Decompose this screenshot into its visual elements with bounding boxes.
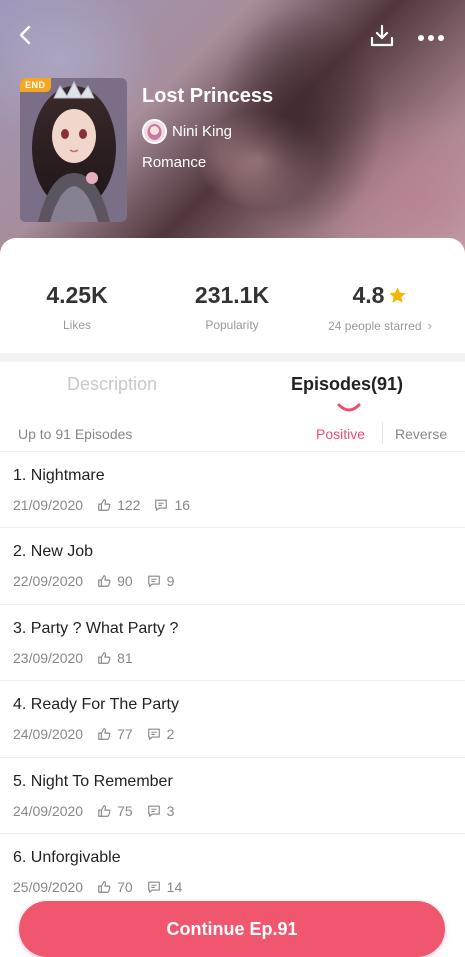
tab-description[interactable]: Description — [67, 374, 157, 395]
tab-episodes[interactable]: Episodes(91) — [291, 374, 403, 395]
episode-list: 1. Nightmare 21/09/2020 122 16 2. New Jo… — [0, 452, 465, 894]
episode-date: 25/09/2020 — [13, 878, 84, 894]
episode-meta: 21/09/2020 122 16 — [13, 497, 204, 513]
section-divider — [0, 353, 465, 362]
download-button[interactable] — [364, 20, 400, 56]
sort-positive-button[interactable]: Positive — [316, 426, 365, 442]
continue-reading-button[interactable]: Continue Ep.91 — [19, 901, 445, 957]
comment-icon — [154, 498, 168, 512]
stat-likes: 4.25K Likes — [30, 282, 124, 332]
episode-title: 3. Party ? What Party ? — [13, 619, 179, 637]
likes-label: Likes — [62, 318, 91, 332]
list-item[interactable]: 1. Nightmare 21/09/2020 122 16 — [0, 452, 465, 529]
rating-row: 4.8 — [320, 282, 440, 309]
episode-likes: 77 — [117, 726, 133, 743]
episode-title: 2. New Job — [13, 543, 94, 561]
episode-comments: 9 — [166, 573, 175, 590]
thumbs-up-icon — [97, 880, 111, 894]
author-row[interactable]: Nini King — [142, 119, 232, 144]
cover-image: END — [20, 78, 127, 222]
cover-illustration — [20, 78, 127, 222]
comment-icon — [147, 880, 161, 894]
episode-date: 21/09/2020 — [13, 497, 84, 513]
episode-count-text: Up to 91 Episodes — [18, 426, 133, 442]
episode-date: 23/09/2020 — [13, 649, 84, 666]
episode-list-header: Up to 91 Episodes Positive Reverse — [0, 416, 465, 452]
comment-icon — [147, 804, 161, 818]
back-button[interactable] — [8, 19, 44, 55]
episode-title: 1. Nightmare — [13, 467, 105, 484]
episode-meta: 24/09/2020 77 2 — [13, 726, 188, 742]
stat-popularity: 231.1K Popularity — [176, 282, 288, 332]
thumbs-up-icon — [97, 804, 111, 818]
episode-date: 24/09/2020 — [13, 802, 84, 819]
episode-date: 24/09/2020 — [13, 726, 84, 743]
avatar — [142, 119, 167, 144]
likes-value: 4.25K — [46, 282, 108, 308]
episode-likes: 90 — [117, 573, 133, 590]
top-bar — [0, 0, 465, 76]
episode-likes: 122 — [117, 497, 141, 513]
chevron-right-icon: › — [427, 318, 432, 333]
list-item[interactable]: 2. New Job 22/09/2020 90 9 — [0, 528, 465, 605]
episode-comments: 16 — [174, 497, 191, 513]
episode-meta: 24/09/2020 75 3 — [13, 803, 188, 819]
thumbs-up-icon — [97, 727, 111, 741]
episode-title: 5. Night To Remember — [13, 772, 173, 790]
comment-icon — [147, 574, 161, 588]
episode-meta: 22/09/2020 90 9 — [13, 573, 188, 589]
list-item[interactable]: 6. Unforgivable 25/09/2020 70 14 — [0, 834, 465, 894]
more-button[interactable] — [413, 21, 449, 57]
episode-comments: 3 — [166, 802, 175, 819]
genre-label[interactable]: Romance — [142, 154, 206, 171]
comic-title: Lost Princess — [142, 85, 274, 107]
list-item[interactable]: 4. Ready For The Party 24/09/2020 77 2 — [0, 681, 465, 758]
episode-title: 6. Unforgivable — [13, 848, 121, 866]
thumbs-up-icon — [97, 498, 111, 512]
rating-label-row: 24 people starred › — [320, 318, 440, 333]
episode-likes: 81 — [117, 649, 133, 666]
star-icon — [388, 286, 407, 305]
comment-icon — [147, 727, 161, 741]
list-item[interactable]: 5. Night To Remember 24/09/2020 75 3 — [0, 758, 465, 834]
chevron-left-icon — [15, 24, 37, 51]
author-name: Nini King — [172, 123, 233, 140]
thumbs-up-icon — [97, 651, 111, 665]
stat-rating[interactable]: 4.8 24 people starred › — [320, 282, 440, 333]
episode-comments: 2 — [166, 726, 175, 743]
sort-separator — [382, 422, 383, 444]
rating-label: 24 people starred — [328, 318, 422, 333]
popularity-value: 231.1K — [194, 282, 270, 308]
sort-reverse-button[interactable]: Reverse — [395, 426, 447, 442]
more-dots-icon — [417, 30, 445, 48]
episode-likes: 70 — [117, 878, 133, 894]
episode-meta: 25/09/2020 70 14 — [13, 879, 196, 894]
episode-date: 22/09/2020 — [13, 573, 84, 590]
episode-meta: 23/09/2020 81 — [13, 650, 147, 666]
episode-title: 4. Ready For The Party — [13, 696, 179, 714]
download-icon — [369, 23, 395, 54]
episode-comments: 14 — [166, 878, 183, 894]
popularity-label: Popularity — [205, 318, 259, 332]
episode-likes: 75 — [117, 802, 133, 819]
rating-value: 4.8 — [352, 282, 385, 308]
thumbs-up-icon — [97, 574, 111, 588]
status-badge: END — [20, 78, 51, 92]
list-item[interactable]: 3. Party ? What Party ? 23/09/2020 81 — [0, 605, 465, 682]
